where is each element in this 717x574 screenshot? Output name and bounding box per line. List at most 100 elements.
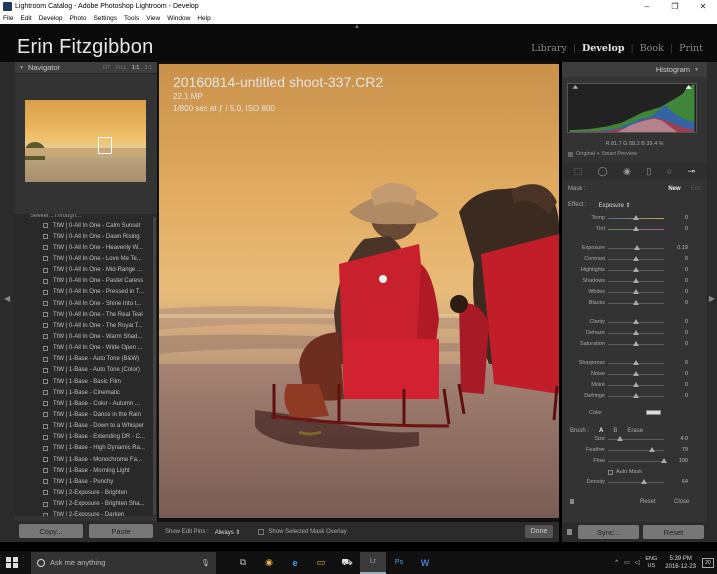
crop-tool-icon[interactable]: ⬚ [574, 166, 583, 177]
maximize-button[interactable]: ❐ [661, 0, 689, 13]
sharpness-thumb[interactable] [633, 360, 639, 365]
language-indicator[interactable]: ENG US [645, 556, 657, 570]
preset-item[interactable]: TtW | 0-All In One - Heavenly W... [15, 242, 157, 253]
lightroom-icon[interactable]: Lr [360, 551, 386, 574]
whites-thumb[interactable] [633, 289, 639, 294]
noise-value[interactable]: 0 [685, 371, 688, 377]
panel-switch-icon[interactable] [570, 499, 574, 504]
contrast-thumb[interactable] [633, 256, 639, 261]
zoom-3-1[interactable]: 3:1 [144, 65, 152, 71]
blacks-slider[interactable]: Blacks 0 [562, 298, 707, 309]
mask-edit-button[interactable]: Edit [691, 186, 701, 192]
preset-item[interactable]: TtW | 0-All In One - Love Me Te... [15, 253, 157, 264]
preset-item[interactable]: TtW | 2-Exposure - Darken [15, 510, 157, 516]
shadows-slider[interactable]: Shadows 0 [562, 276, 707, 287]
photo-view[interactable]: 20160814-untitled shoot-337.CR2 22.1 MP … [157, 62, 559, 522]
mask-overlay-checkbox[interactable] [258, 529, 265, 535]
clarity-thumb[interactable] [633, 319, 639, 324]
noise-thumb[interactable] [633, 371, 639, 376]
red-eye-tool-icon[interactable]: ◉ [623, 166, 631, 177]
done-button[interactable]: Done [525, 525, 553, 538]
store-icon[interactable]: ⛟ [334, 552, 360, 574]
effect-select[interactable]: Exposure ⇕ [599, 202, 631, 209]
feather-value[interactable]: 79 [682, 447, 688, 453]
preset-item[interactable]: TtW | 1-Base - High Dynamic Ra... [15, 443, 157, 454]
preset-item[interactable]: TtW | 1-Base - Punchy [15, 476, 157, 487]
photoshop-icon[interactable]: Ps [386, 552, 412, 574]
spot-removal-tool-icon[interactable]: ◯ [598, 166, 608, 177]
histogram-graph[interactable] [567, 83, 697, 133]
mask-new-button[interactable]: New [668, 186, 680, 192]
right-panel-edge[interactable]: ▶ [707, 62, 717, 542]
navigator-header[interactable]: ▼ Navigator FIT FILL 1:1 3:1 [15, 62, 157, 74]
whites-value[interactable]: 0 [685, 289, 688, 295]
menu-photo[interactable]: Photo [70, 15, 87, 22]
flow-slider[interactable]: Flow 100 [562, 456, 707, 467]
flow-value[interactable]: 100 [679, 458, 688, 464]
whites-slider[interactable]: Whites 0 [562, 287, 707, 298]
preset-item[interactable]: TtW | 1-Base - Basic Film [15, 376, 157, 387]
preset-item[interactable]: TtW | 1-Base - Down to a Whisper [15, 421, 157, 432]
histogram-header[interactable]: Histogram ▼ [562, 62, 707, 77]
feather-track[interactable] [608, 450, 664, 451]
close-button[interactable]: ✕ [689, 0, 717, 13]
saturation-value[interactable]: 0 [685, 341, 688, 347]
preset-item[interactable]: TtW | 1-Base - Color - Autumn ... [15, 398, 157, 409]
preset-item[interactable]: TtW | 0-All In One - Pressed in T... [15, 287, 157, 298]
right-panel-toggle-icon[interactable]: ▶ [709, 294, 715, 303]
density-slider[interactable]: Density 64 [562, 477, 707, 488]
preset-item[interactable]: TtW | 0-All In One - The Royal T... [15, 320, 157, 331]
defringe-value[interactable]: 0 [685, 393, 688, 399]
word-icon[interactable]: W [412, 552, 438, 574]
tray-overflow-icon[interactable]: ^ [615, 560, 618, 566]
dehaze-slider[interactable]: Dehaze 0 [562, 328, 707, 339]
zoom-1-1[interactable]: 1:1 [132, 65, 140, 71]
tint-slider[interactable]: Tint 0 [562, 224, 707, 235]
sharpness-slider[interactable]: Sharpness 0 [562, 358, 707, 369]
preset-item[interactable]: TtW | 1-Base - Monochrome Fa... [15, 454, 157, 465]
feather-thumb[interactable] [649, 447, 656, 452]
menu-help[interactable]: Help [197, 15, 210, 22]
show-edit-pins-select[interactable]: Always ⇕ [215, 529, 241, 536]
shadows-value[interactable]: 0 [685, 278, 688, 284]
tint-thumb[interactable] [633, 226, 639, 231]
sync-button[interactable]: Sync... [577, 525, 639, 539]
dehaze-thumb[interactable] [633, 330, 639, 335]
menu-edit[interactable]: Edit [20, 15, 31, 22]
windows-start-icon[interactable] [6, 556, 18, 569]
module-develop[interactable]: Develop [582, 43, 624, 54]
exposure-value[interactable]: 0.19 [677, 245, 688, 251]
menu-settings[interactable]: Settings [94, 15, 118, 22]
module-print[interactable]: Print [679, 43, 703, 54]
menu-file[interactable]: File [3, 15, 13, 22]
blacks-value[interactable]: 0 [685, 300, 688, 306]
presets-scrollbar[interactable] [153, 217, 156, 515]
preset-item[interactable]: TtW | 1-Base - Auto Tone (Color) [15, 365, 157, 376]
graduated-filter-icon[interactable]: ▯ [646, 166, 651, 177]
menu-view[interactable]: View [146, 15, 160, 22]
dehaze-value[interactable]: 0 [685, 330, 688, 336]
feather-slider[interactable]: Feather 79 [562, 445, 707, 456]
zoom-fit[interactable]: FIT [102, 65, 110, 71]
noise-slider[interactable]: Noise 0 [562, 369, 707, 380]
defringe-slider[interactable]: Defringe 0 [562, 391, 707, 402]
auto-mask-checkbox[interactable] [608, 469, 613, 475]
reset-button[interactable]: Reset [642, 525, 704, 539]
paste-settings-button[interactable]: Paste [89, 524, 153, 538]
menu-develop[interactable]: Develop [39, 15, 63, 22]
density-value[interactable]: 64 [682, 479, 688, 485]
collapse-triangle-icon[interactable]: ▼ [694, 67, 699, 73]
size-slider[interactable]: Size 4.0 [562, 434, 707, 445]
size-thumb[interactable] [617, 436, 624, 441]
menu-window[interactable]: Window [167, 15, 190, 22]
preset-item[interactable]: TtW | 1-Base - Morning Light [15, 465, 157, 476]
left-panel-edge[interactable]: ◀ [0, 62, 15, 542]
left-panel-toggle-icon[interactable]: ◀ [4, 294, 10, 303]
preset-item[interactable]: TtW | 1-Base - Dance in the Rain [15, 409, 157, 420]
module-book[interactable]: Book [640, 43, 664, 54]
preset-item[interactable]: TtW | 0-All In One - Pastel Caress [15, 276, 157, 287]
temp-slider[interactable]: Temp 0 [562, 213, 707, 224]
top-panel-toggle-icon[interactable]: ▲ [354, 24, 360, 30]
moir--thumb[interactable] [633, 382, 639, 387]
preset-item[interactable]: TtW | 0-All In One - Mid-Range ... [15, 265, 157, 276]
